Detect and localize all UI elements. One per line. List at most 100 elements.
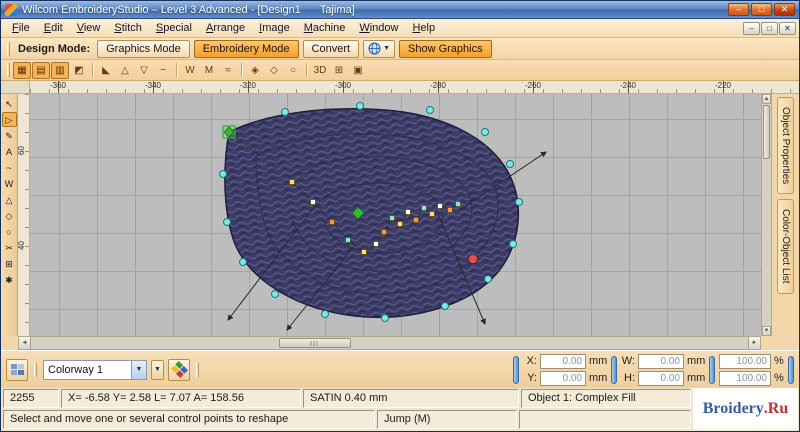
menu-arrange[interactable]: Arrange bbox=[199, 20, 252, 36]
scroll-left-icon[interactable]: ◄ bbox=[19, 337, 31, 349]
edge-control-node[interactable] bbox=[219, 170, 227, 178]
edge-control-node[interactable] bbox=[506, 160, 514, 168]
input-b-icon[interactable]: ▽ bbox=[135, 62, 153, 79]
mdi-restore-button[interactable]: □ bbox=[761, 21, 778, 35]
vertical-scroll-thumb[interactable] bbox=[763, 105, 770, 159]
reshape-object-tool[interactable]: ▷ bbox=[1, 112, 17, 127]
reshape-node[interactable] bbox=[361, 249, 367, 255]
run-stitch-icon[interactable]: ~ bbox=[154, 62, 172, 79]
close-button[interactable]: ✕ bbox=[774, 3, 795, 16]
y-position-field[interactable]: 0.00 bbox=[540, 370, 586, 386]
backstitch-icon[interactable]: ≈ bbox=[219, 62, 237, 79]
convert-button[interactable]: Convert bbox=[302, 39, 360, 58]
reshape-node[interactable] bbox=[329, 219, 335, 225]
grid-tool[interactable]: ⊞ bbox=[2, 256, 17, 271]
property-strip-scroll-right[interactable] bbox=[788, 355, 794, 384]
ellipse-shape-icon[interactable]: ○ bbox=[284, 62, 302, 79]
scissors-tool[interactable]: ✂ bbox=[2, 240, 17, 255]
satin-fill-icon[interactable]: ▥ bbox=[51, 61, 69, 79]
mirror-tool[interactable]: ✱ bbox=[2, 272, 17, 287]
edge-control-node[interactable] bbox=[426, 106, 434, 114]
grid-toggle-icon[interactable]: ⊞ bbox=[330, 62, 348, 79]
chevron-down-icon[interactable]: ▼ bbox=[131, 360, 146, 379]
reshape-node[interactable] bbox=[421, 205, 427, 211]
polyline-digitize-icon[interactable]: ▦ bbox=[13, 61, 31, 79]
view-3d-icon[interactable]: 3D bbox=[311, 62, 329, 79]
reshape-node[interactable] bbox=[413, 217, 419, 223]
diamond-shape-icon[interactable]: ◇ bbox=[265, 62, 283, 79]
graphics-mode-button[interactable]: Graphics Mode bbox=[97, 39, 190, 58]
menu-image[interactable]: Image bbox=[252, 20, 297, 36]
toolbar-grip[interactable] bbox=[196, 362, 199, 377]
reshape-node[interactable] bbox=[405, 209, 411, 215]
reshape-node[interactable] bbox=[437, 203, 443, 209]
menu-stitch[interactable]: Stitch bbox=[107, 20, 149, 36]
edge-control-node[interactable] bbox=[484, 275, 492, 283]
reshape-node[interactable] bbox=[345, 237, 351, 243]
motif-run-icon[interactable]: M bbox=[200, 62, 218, 79]
edge-control-node[interactable] bbox=[441, 302, 449, 310]
colorway-select[interactable]: Colorway 1 ▼ bbox=[43, 359, 147, 380]
menu-machine[interactable]: Machine bbox=[297, 20, 353, 36]
edge-control-node[interactable] bbox=[271, 290, 279, 298]
embroidery-object[interactable] bbox=[224, 108, 520, 318]
digitize-pen-tool[interactable]: ✎ bbox=[2, 128, 17, 143]
tab-object-properties[interactable]: Object Properties bbox=[777, 97, 794, 195]
edge-control-node[interactable] bbox=[515, 198, 523, 206]
scroll-right-icon[interactable]: ► bbox=[748, 337, 760, 349]
reshape-node[interactable] bbox=[429, 211, 435, 217]
reshape-node[interactable] bbox=[381, 229, 387, 235]
embroidery-mode-button[interactable]: Embroidery Mode bbox=[193, 39, 299, 58]
show-graphics-button[interactable]: Show Graphics bbox=[399, 39, 492, 58]
toolbar-grip[interactable] bbox=[7, 41, 10, 56]
width-field[interactable]: 0.00 bbox=[638, 353, 684, 369]
property-strip-scroll-left[interactable] bbox=[513, 355, 519, 384]
reshape-node[interactable] bbox=[397, 221, 403, 227]
thread-colors-button[interactable] bbox=[168, 358, 190, 381]
menu-help[interactable]: Help bbox=[405, 20, 442, 36]
height-field[interactable]: 0.00 bbox=[638, 370, 684, 386]
design-canvas[interactable] bbox=[30, 94, 761, 336]
x-position-field[interactable]: 0.00 bbox=[540, 353, 586, 369]
edge-control-node[interactable] bbox=[356, 102, 364, 110]
hoop-globe-button[interactable]: ▼ bbox=[363, 39, 396, 58]
colorway-menu-button[interactable]: ▼ bbox=[151, 359, 164, 380]
menu-special[interactable]: Special bbox=[149, 20, 199, 36]
mdi-close-button[interactable]: ✕ bbox=[779, 21, 796, 35]
reshape-node[interactable] bbox=[389, 215, 395, 221]
motif-fill-icon[interactable]: ◩ bbox=[70, 62, 88, 79]
reshape-node[interactable] bbox=[289, 179, 295, 185]
menu-window[interactable]: Window bbox=[352, 20, 405, 36]
menu-file[interactable]: File bbox=[5, 20, 37, 36]
reshape-node[interactable] bbox=[310, 199, 316, 205]
hoop-toggle-icon[interactable]: ▣ bbox=[349, 62, 367, 79]
run-tool[interactable]: ~ bbox=[2, 160, 17, 175]
tab-color-object-list[interactable]: Color-Object List bbox=[777, 199, 794, 294]
input-a-icon[interactable]: △ bbox=[116, 62, 134, 79]
horizontal-scrollbar[interactable]: ◄ ► bbox=[18, 336, 761, 350]
colorway-editor-button[interactable] bbox=[6, 358, 28, 381]
select-object-tool[interactable]: ↖ bbox=[2, 96, 17, 111]
reshape-node[interactable] bbox=[455, 201, 461, 207]
menu-view[interactable]: View bbox=[70, 20, 108, 36]
maximize-button[interactable]: □ bbox=[751, 3, 772, 16]
menu-edit[interactable]: Edit bbox=[37, 20, 70, 36]
scroll-up-icon[interactable]: ▲ bbox=[762, 94, 771, 104]
edge-control-node[interactable] bbox=[239, 258, 247, 266]
toolbar-grip[interactable] bbox=[34, 362, 37, 377]
minimize-button[interactable]: – bbox=[728, 3, 749, 16]
edge-control-node[interactable] bbox=[509, 240, 517, 248]
fusion-fill-icon[interactable]: ◣ bbox=[97, 62, 115, 79]
reshape-node[interactable] bbox=[447, 207, 453, 213]
exit-point-marker[interactable] bbox=[468, 254, 478, 264]
height-scale-field[interactable]: 100.00 bbox=[719, 370, 771, 386]
toolbar-grip[interactable] bbox=[7, 63, 10, 77]
circle-tool[interactable]: ○ bbox=[2, 224, 17, 239]
tatami-fill-icon[interactable]: ▤ bbox=[32, 61, 50, 79]
diamond-tool[interactable]: ◇ bbox=[2, 208, 17, 223]
triangle-tool[interactable]: △ bbox=[2, 192, 17, 207]
vertical-scrollbar[interactable]: ▲ ▼ bbox=[761, 94, 771, 336]
star-shape-icon[interactable]: ◈ bbox=[246, 62, 264, 79]
width-scale-field[interactable]: 100.00 bbox=[719, 353, 771, 369]
scroll-down-icon[interactable]: ▼ bbox=[762, 326, 771, 336]
